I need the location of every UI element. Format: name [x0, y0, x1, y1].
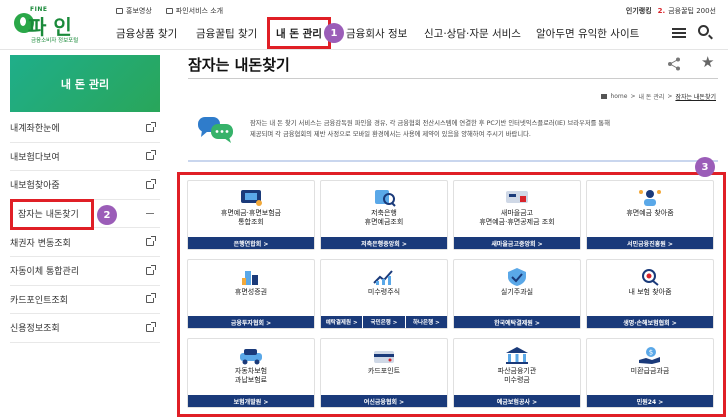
breadcrumb: home > 내 돈 관리 > 잠자는 내돈찾기	[601, 92, 716, 101]
sidebar-item-creditor-change[interactable]: 채권자 변동조회	[10, 228, 160, 257]
step-badge-3: 3	[695, 157, 715, 177]
external-link-icon	[146, 178, 156, 189]
external-link-icon	[146, 321, 156, 332]
highlight-box-cards	[177, 172, 726, 417]
popular-rank: 2.	[657, 7, 666, 15]
intro-box: 잠자는 내 돈 찾기 서비스는 금융감독원 파인을 경유, 각 금융협회 전산시…	[188, 106, 718, 156]
highlight-box-nav	[267, 17, 331, 49]
header-divider	[0, 49, 728, 50]
breadcrumb-level1[interactable]: 내 돈 관리	[639, 92, 665, 101]
external-link-icon	[146, 150, 156, 161]
breadcrumb-home[interactable]: home	[610, 93, 627, 100]
video-icon	[116, 8, 123, 14]
home-icon[interactable]	[601, 94, 608, 99]
page-title: 잠자는 내돈찾기	[188, 56, 290, 74]
sidebar-item-insurance-finder[interactable]: 내보험찾아줌	[10, 171, 160, 200]
menu-icon[interactable]	[672, 28, 686, 38]
popular-term: 금융꿀팁 200선	[668, 7, 716, 15]
popular-ranking[interactable]: 인기랭킹 2. 금융꿀팁 200선	[626, 6, 716, 16]
site-logo[interactable]: FINE 파 인 금융소비자 정보포털	[10, 6, 80, 46]
sidebar-item-card-points[interactable]: 카드포인트조회	[10, 286, 160, 315]
popular-label: 인기랭킹	[625, 7, 652, 15]
nav-item-financial-products[interactable]: 금융상품 찾기	[116, 26, 177, 41]
external-link-icon	[146, 121, 156, 132]
breadcrumb-current: 잠자는 내돈찾기	[675, 94, 716, 101]
collapse-icon	[146, 212, 154, 215]
sidebar-item-my-insurance[interactable]: 내보험다보여	[10, 143, 160, 172]
chat-bubbles-icon	[198, 117, 233, 143]
step-badge-2: 2	[97, 205, 117, 225]
service-intro-link[interactable]: 파인서비스 소개	[165, 6, 223, 16]
external-link-icon	[146, 236, 156, 247]
intro-text: 잠자는 내 돈 찾기 서비스는 금융감독원 파인을 경유, 각 금융협회 전산시…	[250, 120, 611, 138]
sidebar-item-my-accounts[interactable]: 내계좌한눈에	[10, 114, 160, 143]
promo-video-link[interactable]: 홍보영상	[116, 6, 152, 16]
external-link-icon	[146, 293, 156, 304]
doc-icon	[165, 8, 173, 14]
nav-item-company-info[interactable]: 금융회사 정보	[346, 26, 407, 41]
highlight-box-sidebar	[10, 199, 94, 230]
share-icon[interactable]	[667, 57, 681, 71]
external-link-icon	[146, 264, 156, 275]
sidebar-title: 내 돈 관리	[10, 55, 160, 112]
sidebar-item-auto-transfer[interactable]: 자동이체 통합관리	[10, 257, 160, 286]
sidebar-item-credit-info[interactable]: 신용정보조회	[10, 314, 160, 343]
logo-subtitle: 금융소비자 정보포털	[31, 38, 79, 44]
search-icon[interactable]	[698, 25, 709, 36]
step-badge-1: 1	[324, 23, 344, 43]
utility-links: 홍보영상 파인서비스 소개	[116, 6, 223, 16]
nav-item-financial-tips[interactable]: 금융꿀팁 찾기	[196, 26, 257, 41]
title-divider	[188, 78, 718, 79]
nav-item-useful-sites[interactable]: 알아두면 유익한 사이트	[536, 26, 639, 41]
nav-item-report-consult[interactable]: 신고·상담·자문 서비스	[424, 26, 521, 41]
intro-divider	[188, 160, 718, 162]
bookmark-star-icon[interactable]: ★	[701, 55, 714, 70]
